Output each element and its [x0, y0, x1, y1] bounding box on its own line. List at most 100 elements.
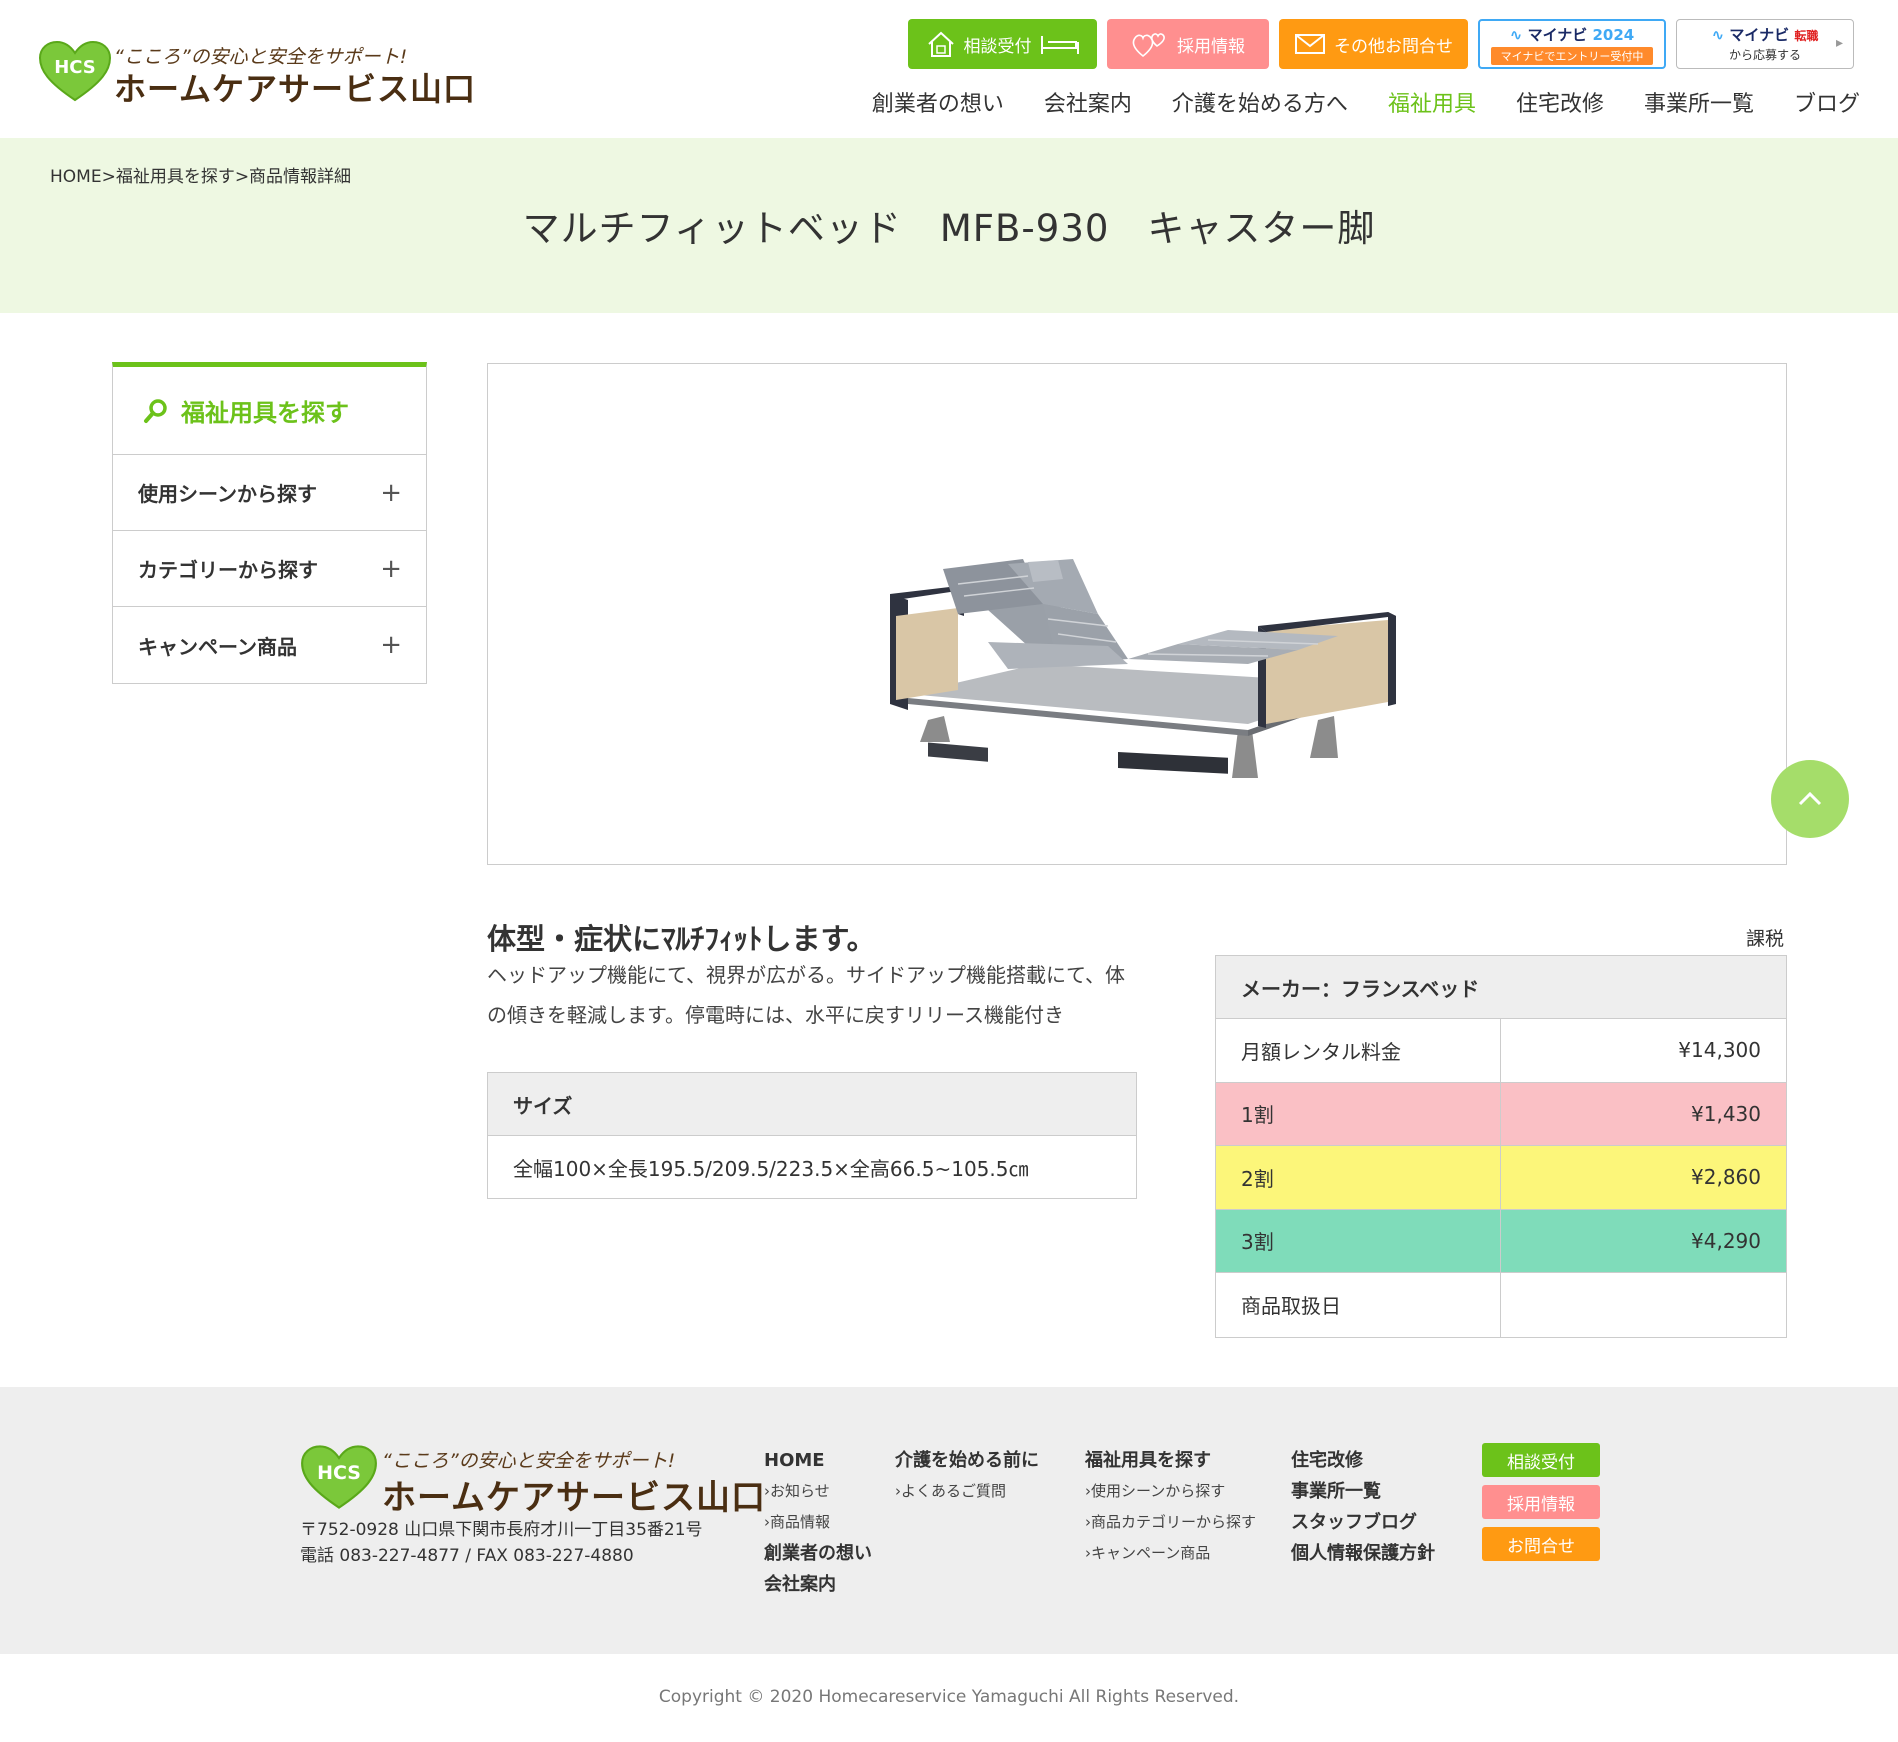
nav-home-renovation[interactable]: 住宅改修 — [1516, 86, 1604, 118]
footer-consult-button[interactable]: 相談受付 — [1482, 1443, 1600, 1477]
footer-col-4: 住宅改修 事業所一覧 スタッフブログ 個人情報保護方針 — [1291, 1445, 1435, 1569]
table-row: 2割 ¥2,860 — [1216, 1146, 1786, 1210]
nav-welfare-equipment[interactable]: 福祉用具 — [1388, 86, 1476, 118]
svg-text:HCS: HCS — [54, 57, 96, 78]
footer-link-equipment[interactable]: 福祉用具を探す — [1085, 1445, 1256, 1476]
footer-col-1: HOME ›お知らせ ›商品情報 創業者の想い 会社案内 — [764, 1445, 872, 1600]
sidebar-item-campaign[interactable]: キャンペーン商品 + — [113, 607, 426, 683]
footer-link-products[interactable]: ›商品情報 — [764, 1507, 872, 1538]
footer-link-founder[interactable]: 創業者の想い — [764, 1538, 872, 1569]
sidebar-item-label: カテゴリーから探す — [138, 558, 318, 582]
nav-founder[interactable]: 創業者の想い — [872, 86, 1004, 118]
mynavi-tenshoku-sub: から応募する — [1728, 48, 1801, 62]
site-logo[interactable]: HCS “こころ”の安心と安全をサポート! ホームケアサービス山口 — [38, 38, 475, 108]
nav-blog[interactable]: ブログ — [1794, 86, 1860, 118]
plus-icon: + — [380, 553, 402, 584]
footer-address: 〒752-0928 山口県下関市長府才川一丁目35番21号 — [300, 1520, 703, 1540]
mail-icon — [1295, 34, 1325, 54]
tax-label: 課税 — [1746, 928, 1785, 950]
logo-name: ホームケアサービス山口 — [114, 70, 477, 108]
price-value: ¥14,300 — [1678, 1038, 1761, 1063]
price-label: 1割 — [1216, 1082, 1501, 1145]
chevron-up-icon — [1798, 791, 1822, 806]
price-label: 2割 — [1216, 1146, 1501, 1209]
price-value — [1501, 1273, 1786, 1337]
price-label: 月額レンタル料金 — [1216, 1019, 1501, 1082]
sidebar-item-category[interactable]: カテゴリーから探す + — [113, 531, 426, 607]
nav-offices[interactable]: 事業所一覧 — [1644, 86, 1754, 118]
product-bed-image — [890, 559, 1396, 778]
contact-label: その他お問合せ — [1334, 36, 1453, 57]
product-image-frame — [487, 363, 1787, 865]
mynavi-tenshoku-brand: マイナビ — [1729, 26, 1790, 44]
contact-button[interactable]: その他お問合せ — [1279, 19, 1468, 69]
footer-phone: 電話 083-227-4877 / FAX 083-227-4880 — [300, 1546, 634, 1566]
sidebar-item-label: 使用シーンから探す — [138, 482, 317, 506]
mynavi-2024-banner[interactable]: ∿ マイナビ 2024 マイナビでエントリー受付中 — [1478, 19, 1666, 69]
footer-link-privacy[interactable]: 個人情報保護方針 — [1291, 1538, 1435, 1569]
header-buttons: 相談受付 採用情報 その他お問合せ ∿ マイナビ 2024 マイナビでエントリー… — [908, 19, 1854, 69]
mynavi-brand: マイナビ — [1527, 26, 1588, 44]
footer-recruit-button[interactable]: 採用情報 — [1482, 1485, 1600, 1519]
footer-link-renovation[interactable]: 住宅改修 — [1291, 1445, 1435, 1476]
bed-icon — [1040, 36, 1079, 54]
nav-care-start[interactable]: 介護を始める方へ — [1172, 86, 1348, 118]
footer-link-staff-blog[interactable]: スタッフブログ — [1291, 1507, 1435, 1538]
footer-link-label: 商品カテゴリーから探す — [1091, 1513, 1257, 1531]
footer-logo-name: ホームケアサービス山口 — [382, 1478, 766, 1518]
global-nav: 創業者の想い 会社案内 介護を始める方へ 福祉用具 住宅改修 事業所一覧 ブログ — [872, 86, 1860, 118]
footer-link-offices[interactable]: 事業所一覧 — [1291, 1476, 1435, 1507]
chevron-right-icon: ▸ — [1835, 35, 1843, 51]
plus-icon: + — [380, 477, 402, 508]
footer-link-label: キャンペーン商品 — [1091, 1544, 1211, 1562]
house-icon — [927, 31, 954, 57]
footer-logo[interactable]: HCS “こころ”の安心と安全をサポート! ホームケアサービス山口 — [300, 1442, 765, 1518]
nav-company[interactable]: 会社案内 — [1044, 86, 1132, 118]
site-footer: HCS “こころ”の安心と安全をサポート! ホームケアサービス山口 〒752-0… — [0, 1387, 1898, 1654]
mynavi-tenshoku-badge: 転職 — [1794, 29, 1819, 43]
heart-logo-icon: HCS — [38, 40, 112, 102]
footer-link-news[interactable]: ›お知らせ — [764, 1476, 872, 1507]
footer-col-3: 福祉用具を探す ›使用シーンから探す ›商品カテゴリーから探す ›キャンペーン商… — [1085, 1445, 1256, 1569]
heart-logo-icon: HCS — [301, 1445, 377, 1509]
breadcrumb[interactable]: HOME>福祉用具を探す>商品情報詳細 — [50, 162, 351, 187]
maker-header: メーカー：フランスベッド — [1216, 956, 1786, 1019]
footer-link-faq[interactable]: ›よくあるご質問 — [895, 1476, 1039, 1507]
sidebar-heading-label: 福祉用具を探す — [181, 399, 349, 427]
site-header: HCS “こころ”の安心と安全をサポート! ホームケアサービス山口 相談受付 採… — [0, 0, 1898, 138]
footer-link-home[interactable]: HOME — [764, 1445, 872, 1476]
table-row: 商品取扱日 — [1216, 1273, 1786, 1337]
footer-address-block: 〒752-0928 山口県下関市長府才川一丁目35番21号 電話 083-227… — [300, 1517, 703, 1569]
consult-button[interactable]: 相談受付 — [908, 19, 1097, 69]
sidebar-item-usage-scene[interactable]: 使用シーンから探す + — [113, 455, 426, 531]
table-row: 月額レンタル料金 ¥14,300 — [1216, 1019, 1786, 1083]
table-row: 1割 ¥1,430 — [1216, 1082, 1786, 1146]
footer-col-2: 介護を始める前に ›よくあるご質問 — [895, 1445, 1039, 1507]
price-label: 商品取扱日 — [1216, 1273, 1501, 1337]
plus-icon: + — [380, 630, 402, 660]
footer-link-care-start[interactable]: 介護を始める前に — [895, 1445, 1039, 1476]
product-catch: 体型・症状にﾏﾙﾁﾌｨｯﾄします。 — [487, 922, 876, 956]
footer-link-label: 商品情報 — [770, 1513, 831, 1531]
price-table: メーカー：フランスベッド 月額レンタル料金 ¥14,300 1割 ¥1,430 … — [1215, 955, 1787, 1338]
footer-link-label: 使用シーンから探す — [1091, 1482, 1226, 1500]
footer-contact-button[interactable]: お問合せ — [1482, 1527, 1600, 1561]
consult-label: 相談受付 — [963, 36, 1032, 57]
sidebar-heading: 福祉用具を探す — [113, 367, 426, 455]
price-value: ¥4,290 — [1691, 1228, 1761, 1253]
page-title: マルチフィットベッド MFB-930 キャスター脚 — [522, 207, 1376, 250]
footer-link-label: お知らせ — [770, 1482, 830, 1500]
recruit-button[interactable]: 採用情報 — [1107, 19, 1269, 69]
footer-link-category[interactable]: ›商品カテゴリーから探す — [1085, 1507, 1256, 1538]
table-row: 3割 ¥4,290 — [1216, 1209, 1786, 1273]
back-to-top-button[interactable] — [1771, 760, 1849, 838]
footer-link-campaign[interactable]: ›キャンペーン商品 — [1085, 1538, 1256, 1569]
search-icon — [144, 398, 167, 423]
sidebar-item-label: キャンペーン商品 — [138, 634, 297, 659]
footer-link-usage-scene[interactable]: ›使用シーンから探す — [1085, 1476, 1256, 1507]
footer-link-company[interactable]: 会社案内 — [764, 1569, 872, 1600]
sidebar: 福祉用具を探す 使用シーンから探す + カテゴリーから探す + キャンペーン商品… — [112, 362, 427, 684]
mynavi-tenshoku-logo: ∿ マイナビ 転職 — [1712, 25, 1819, 46]
mynavi-tenshoku-banner[interactable]: ∿ マイナビ 転職 から応募する ▸ — [1676, 19, 1854, 69]
price-value: ¥1,430 — [1691, 1101, 1761, 1126]
